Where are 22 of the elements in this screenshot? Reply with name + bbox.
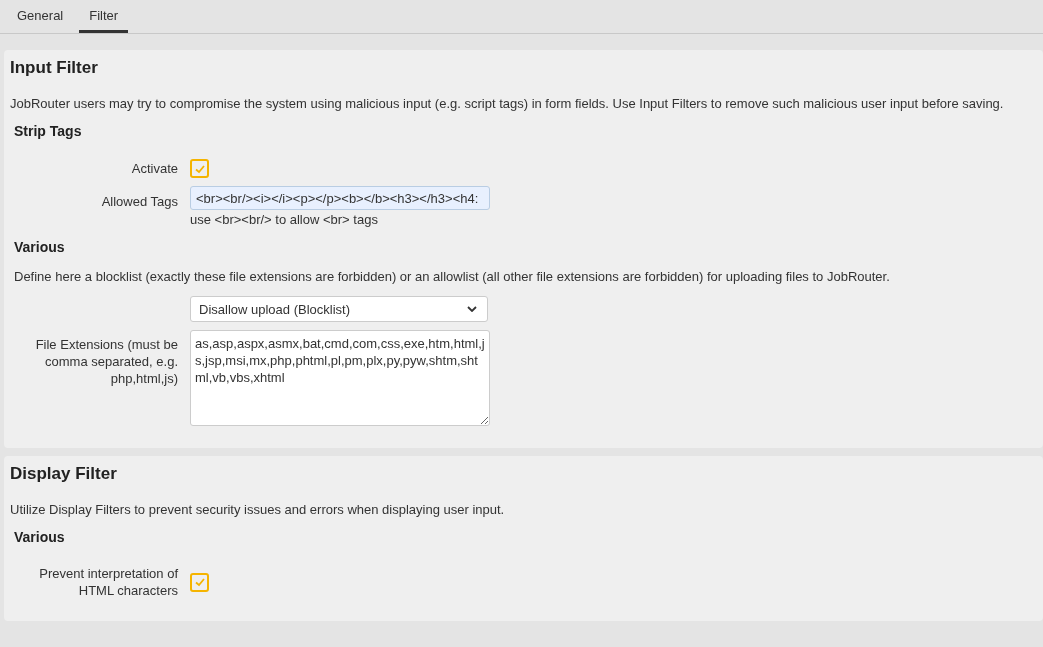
checkbox[interactable] (190, 159, 209, 178)
field-label: Allowed Tags (101, 194, 178, 209)
section-description: Utilize Display Filters to prevent security issues and errors when displaying user input. (10, 502, 506, 517)
allowed-tags-field[interactable]: <br><br/><i></i><p></p><b></b><h3></h3><h4: (190, 186, 490, 210)
group-heading: Various (14, 239, 66, 255)
upload-mode-dropdown[interactable]: Disallow upload (Blocklist) (190, 296, 488, 322)
field-label: Prevent interpretation of HTML characters (39, 566, 178, 598)
group-heading: Various (14, 529, 66, 545)
caret-icon (467, 306, 477, 312)
field-hint: use <br><br/> to allow <br> tags (190, 212, 379, 227)
tab[interactable]: Filter (79, 0, 129, 33)
section-title: Display Filter (10, 464, 118, 484)
section-title: Input Filter (10, 58, 99, 78)
field-label: File Extensions (must be comma separated, e.g. php,html,js) (35, 337, 178, 386)
check-icon (193, 576, 206, 588)
section-description: JobRouter users may try to compromise the system using malicious input (e.g. script tags) in form fields. Use Input Filters to remove such malicious user input before saving. (10, 96, 1005, 111)
tab[interactable]: General (7, 0, 74, 33)
group-description: Define here a blocklist (exactly these file extensions are forbidden) or an allowlist (all other file extensions are forbidden) for uploading files to JobRouter. (14, 269, 891, 284)
field-label: Activate (131, 161, 178, 176)
group-heading: Strip Tags (14, 123, 83, 139)
checkbox[interactable] (190, 572, 209, 592)
file-extensions-field[interactable]: as,asp,aspx,asmx,bat,cmd,com,css,exe,htm,html,js,jsp,msi,mx,php,phtml,pl,pm,plx,py,pyw,shtm,shtml,vb,vbs,xhtml (190, 330, 490, 426)
